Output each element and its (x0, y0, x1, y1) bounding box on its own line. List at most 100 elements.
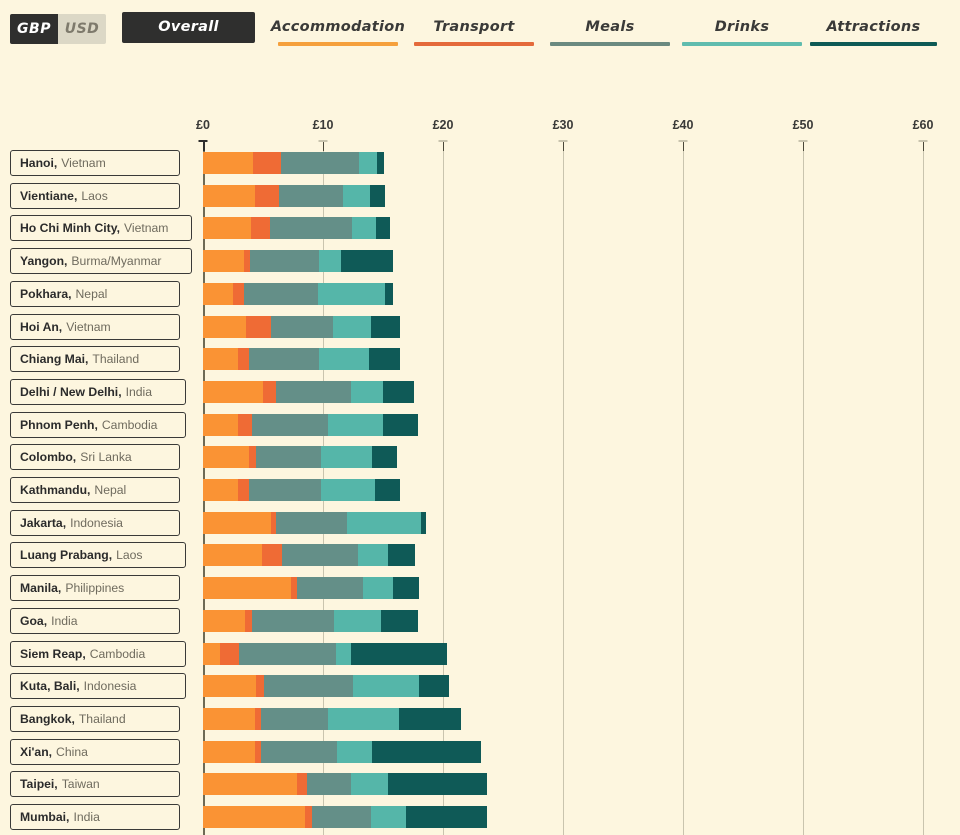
tab-accommodation[interactable]: Accommodation (270, 12, 406, 48)
bar-segment-drinks[interactable] (350, 380, 383, 403)
bar-segment-accommodation[interactable] (203, 740, 255, 763)
bar-segment-accommodation[interactable] (203, 446, 249, 469)
bar-segment-accommodation[interactable] (203, 315, 247, 338)
bar-segment-accommodation[interactable] (203, 707, 255, 730)
bar-segment-meals[interactable] (278, 184, 344, 207)
bar-segment-drinks[interactable] (346, 511, 422, 534)
bar-segment-attractions[interactable] (369, 184, 386, 207)
bar-segment-attractions[interactable] (418, 675, 449, 698)
bar-segment-meals[interactable] (296, 577, 363, 600)
bar-segment-drinks[interactable] (336, 642, 351, 665)
bar-segment-accommodation[interactable] (203, 217, 251, 240)
currency-toggle[interactable]: GBP USD (10, 14, 106, 44)
chart-row[interactable]: Xi'an, China (0, 738, 960, 767)
bar-segment-transport[interactable] (219, 642, 239, 665)
bar-segment-attractions[interactable] (368, 348, 400, 371)
bar-segment-accommodation[interactable] (203, 577, 291, 600)
currency-option-usd[interactable]: USD (58, 14, 106, 44)
stacked-bar[interactable] (203, 511, 427, 534)
chart-row[interactable]: Vientiane, Laos (0, 182, 960, 211)
city-label[interactable]: Yangon, Burma/Myanmar (10, 248, 192, 275)
city-label[interactable]: Mumbai, India (10, 804, 180, 830)
stacked-bar[interactable] (203, 609, 418, 632)
bar-segment-meals[interactable] (307, 773, 351, 796)
chart-row[interactable]: Yangon, Burma/Myanmar (0, 248, 960, 276)
bar-segment-drinks[interactable] (320, 479, 375, 501)
chart-row[interactable]: Kathmandu, Nepal (0, 477, 960, 505)
bar-segment-meals[interactable] (264, 675, 353, 698)
bar-segment-attractions[interactable] (372, 740, 482, 763)
bar-segment-drinks[interactable] (320, 446, 373, 469)
stacked-bar[interactable] (203, 740, 482, 763)
chart-row[interactable]: Bangkok, Thailand (0, 705, 960, 734)
bar-segment-accommodation[interactable] (203, 250, 244, 273)
city-label[interactable]: Hanoi, Vietnam (10, 150, 180, 176)
bar-segment-accommodation[interactable] (203, 152, 254, 174)
currency-option-gbp[interactable]: GBP (10, 14, 58, 44)
bar-segment-attractions[interactable] (380, 609, 418, 632)
stacked-bar[interactable] (203, 184, 386, 207)
bar-segment-transport[interactable] (263, 380, 277, 403)
bar-segment-transport[interactable] (245, 609, 253, 632)
bar-segment-attractions[interactable] (398, 707, 461, 730)
bar-segment-meals[interactable] (238, 642, 337, 665)
bar-segment-attractions[interactable] (387, 773, 488, 796)
bar-segment-transport[interactable] (296, 773, 308, 796)
tab-attractions[interactable]: Attractions (802, 12, 945, 48)
bar-segment-drinks[interactable] (327, 413, 383, 436)
bar-segment-drinks[interactable] (333, 609, 381, 632)
city-label[interactable]: Siem Reap, Cambodia (10, 640, 186, 667)
bar-segment-meals[interactable] (276, 511, 347, 534)
city-label[interactable]: Goa, India (10, 607, 180, 634)
bar-segment-meals[interactable] (270, 217, 352, 240)
city-label[interactable]: Jakarta, Indonesia (10, 509, 180, 536)
bar-segment-attractions[interactable] (405, 806, 488, 828)
tab-overall[interactable]: Overall (122, 12, 255, 43)
stacked-bar[interactable] (203, 250, 393, 273)
bar-segment-attractions[interactable] (374, 479, 400, 501)
bar-segment-meals[interactable] (252, 609, 334, 632)
bar-segment-accommodation[interactable] (203, 609, 245, 632)
stacked-bar[interactable] (203, 152, 385, 174)
city-label[interactable]: Luang Prabang, Laos (10, 542, 186, 569)
bar-segment-meals[interactable] (282, 544, 358, 567)
bar-segment-drinks[interactable] (351, 217, 376, 240)
bar-segment-transport[interactable] (254, 184, 279, 207)
chart-row[interactable]: Hoi An, Vietnam (0, 313, 960, 342)
bar-segment-meals[interactable] (312, 806, 371, 828)
bar-segment-drinks[interactable] (332, 315, 371, 338)
city-label[interactable]: Phnom Penh, Cambodia (10, 411, 186, 438)
city-label[interactable]: Hoi An, Vietnam (10, 313, 180, 340)
bar-segment-accommodation[interactable] (203, 282, 233, 305)
stacked-bar[interactable] (203, 577, 419, 600)
bar-segment-accommodation[interactable] (203, 806, 305, 828)
stacked-bar[interactable] (203, 446, 398, 469)
bar-segment-transport[interactable] (248, 446, 256, 469)
city-label[interactable]: Ho Chi Minh City, Vietnam (10, 215, 192, 242)
chart-row[interactable]: Jakarta, Indonesia (0, 509, 960, 538)
stacked-bar[interactable] (203, 642, 447, 665)
stacked-bar[interactable] (203, 806, 488, 828)
bar-segment-transport[interactable] (305, 806, 313, 828)
bar-segment-drinks[interactable] (362, 577, 393, 600)
bar-segment-attractions[interactable] (340, 250, 393, 273)
bar-segment-meals[interactable] (249, 250, 320, 273)
bar-segment-meals[interactable] (248, 479, 321, 501)
bar-segment-attractions[interactable] (421, 511, 427, 534)
stacked-bar[interactable] (203, 348, 400, 371)
city-label[interactable]: Delhi / New Delhi, India (10, 378, 186, 405)
bar-segment-drinks[interactable] (337, 740, 373, 763)
city-label[interactable]: Kathmandu, Nepal (10, 477, 180, 503)
chart-row[interactable]: Goa, India (0, 607, 960, 636)
bar-segment-accommodation[interactable] (203, 511, 272, 534)
stacked-bar[interactable] (203, 675, 449, 698)
bar-segment-drinks[interactable] (350, 773, 388, 796)
tab-meals[interactable]: Meals (542, 12, 678, 48)
bar-segment-attractions[interactable] (375, 217, 391, 240)
bar-segment-attractions[interactable] (385, 282, 393, 305)
chart-row[interactable]: Delhi / New Delhi, India (0, 378, 960, 407)
city-label[interactable]: Taipei, Taiwan (10, 771, 180, 798)
bar-segment-transport[interactable] (237, 413, 253, 436)
city-label[interactable]: Kuta, Bali, Indonesia (10, 673, 186, 700)
bar-segment-meals[interactable] (248, 348, 320, 371)
